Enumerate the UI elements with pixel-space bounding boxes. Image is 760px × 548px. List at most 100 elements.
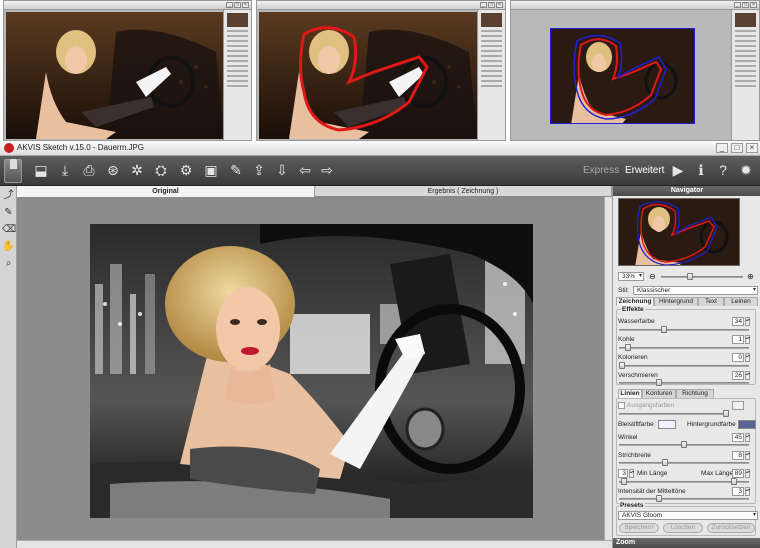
min-length-label: Min Länge [637, 470, 668, 477]
zoom-slider[interactable] [661, 273, 743, 280]
tab-drawing[interactable]: Zeichnung [616, 297, 654, 306]
express-mode-button[interactable]: Express [583, 165, 619, 176]
zoom-slider-knob[interactable] [687, 273, 693, 280]
image-canvas[interactable] [17, 197, 604, 540]
preset-select[interactable]: AKVIS Gloom [618, 511, 758, 520]
colorize-slider[interactable] [619, 362, 749, 369]
min-length-knob[interactable] [621, 478, 627, 485]
smudge-slider-knob[interactable] [656, 379, 663, 386]
midtones-slider-knob[interactable] [656, 495, 663, 502]
angle-value[interactable]: 45 [732, 433, 744, 442]
zoom-in-icon[interactable]: ⊕ [747, 272, 754, 281]
charcoal-spinner[interactable]: ▴▾ [745, 335, 750, 344]
pencil-color-swatch[interactable] [658, 420, 676, 429]
settings-panel: Navigator 33% ⊖ ⊕ Stil: Klassischer Zeic… [612, 186, 760, 548]
colorize-spinner[interactable]: ▴▾ [745, 353, 750, 362]
info-icon[interactable]: ℹ [692, 161, 710, 179]
plugin-icon[interactable]: ⛭ [152, 161, 170, 179]
style-label: Stil: [618, 287, 629, 294]
print-icon[interactable]: ⎙ [80, 161, 98, 179]
smudge-slider[interactable] [619, 379, 749, 386]
save-icon[interactable]: ⤓ [56, 161, 74, 179]
import-icon[interactable]: ⇩ [273, 161, 291, 179]
settings-icon[interactable]: ✹ [737, 161, 755, 179]
navigator-preview[interactable] [618, 198, 740, 266]
tab-background[interactable]: Hintergrund [654, 297, 698, 306]
thumbnail-titlebar: × □ _ [257, 1, 505, 10]
save-preset-button[interactable]: Speichern [619, 523, 659, 533]
watercolor-spinner[interactable]: ▴▾ [745, 317, 750, 326]
zoom-select[interactable]: 33% [618, 272, 644, 281]
angle-slider[interactable] [619, 441, 749, 448]
paint-icon[interactable]: ✎ [227, 161, 245, 179]
open-icon[interactable]: ⬓ [32, 161, 50, 179]
source-colors-slider [619, 410, 729, 417]
stroke-width-value[interactable]: 8 [732, 451, 744, 460]
midtones-spinner[interactable]: ▴▾ [745, 487, 750, 496]
tab-canvas[interactable]: Leinen [724, 297, 758, 306]
max-length-knob[interactable] [731, 478, 737, 485]
source-colors-value [732, 401, 744, 410]
charcoal-slider-knob[interactable] [625, 344, 632, 351]
zoom-tool-icon[interactable]: ⌕ [2, 257, 15, 270]
watercolor-slider-knob[interactable] [661, 326, 668, 333]
midtones-value[interactable]: 3 [732, 487, 744, 496]
pencil-tool-icon[interactable]: ✎ [2, 206, 15, 219]
stroke-width-slider[interactable] [619, 459, 749, 466]
tab-lines[interactable]: Linien [618, 389, 642, 398]
eraser-tool-icon[interactable]: ⌫ [2, 223, 16, 236]
angle-spinner[interactable]: ▴▾ [745, 433, 750, 442]
stroke-width-slider-knob[interactable] [662, 459, 669, 466]
delete-preset-button[interactable]: Löschen [663, 523, 703, 533]
direction-tool-icon[interactable]: ⤴ [2, 189, 15, 202]
style-select[interactable]: Klassischer [633, 286, 758, 295]
smudge-spinner[interactable]: ▴▾ [745, 371, 750, 380]
vertical-scrollbar[interactable] [604, 197, 612, 540]
minimize-button[interactable]: _ [716, 143, 728, 153]
tab-result[interactable]: Ergebnis ( Zeichnung ) [315, 186, 612, 197]
tools-sidebar: ⤴ ✎ ⌫ ✋ ⌕ [0, 186, 17, 548]
charcoal-value[interactable]: 1 [732, 335, 744, 344]
tab-text[interactable]: Text [698, 297, 724, 306]
midtones-slider[interactable] [619, 495, 749, 502]
watercolor-slider[interactable] [619, 326, 749, 333]
redo-icon[interactable]: ⇨ [318, 161, 336, 179]
min-length-value[interactable]: 3 [618, 469, 628, 478]
tab-original[interactable]: Original [17, 186, 315, 197]
max-length-spinner[interactable]: ▴▾ [745, 469, 750, 478]
undo-icon[interactable]: ⇦ [296, 161, 314, 179]
tab-direction[interactable]: Richtung [676, 389, 714, 398]
batch-icon[interactable]: ✲ [128, 161, 146, 179]
thumbnail-titlebar: × □ _ [4, 1, 251, 10]
length-range-slider[interactable] [619, 478, 749, 485]
watercolor-label: Wasserfarbe [618, 318, 655, 325]
max-length-value[interactable]: 89 [732, 469, 744, 478]
min-length-spinner[interactable]: ▴▾ [629, 469, 634, 478]
watercolor-value[interactable]: 34 [732, 317, 744, 326]
tab-contours[interactable]: Konturen [642, 389, 676, 398]
source-colors-checkbox[interactable] [618, 402, 625, 409]
colorize-slider-knob[interactable] [619, 362, 625, 369]
angle-slider-knob[interactable] [681, 441, 687, 448]
share-icon[interactable]: ⊛ [104, 161, 122, 179]
run-icon[interactable]: ▶ [669, 161, 687, 179]
background-color-label: Hintergrundfarbe [687, 421, 736, 428]
colorize-value[interactable]: 0 [732, 353, 744, 362]
smudge-value[interactable]: 26 [732, 371, 744, 380]
export-icon[interactable]: ⇪ [250, 161, 268, 179]
close-button[interactable]: × [746, 143, 758, 153]
stroke-width-spinner[interactable]: ▴▾ [745, 451, 750, 460]
zoom-out-icon[interactable]: ⊖ [649, 272, 656, 281]
maximize-button[interactable]: □ [731, 143, 743, 153]
background-color-swatch[interactable] [738, 420, 756, 429]
hand-tool-icon[interactable]: ✋ [2, 240, 15, 253]
plugin-settings-icon[interactable]: ⚙ [177, 161, 195, 179]
horizontal-scrollbar[interactable] [17, 540, 612, 548]
advanced-mode-button[interactable]: Erweitert [625, 165, 664, 176]
help-icon[interactable]: ? [714, 161, 732, 179]
thumbnail-photo [259, 12, 477, 139]
reset-preset-button[interactable]: Zurücksetzen [707, 523, 755, 533]
toolbar: ⬓ ⤓ ⎙ ⊛ ✲ ⛭ ⚙ ▣ ✎ ⇪ ⇩ ⇦ ⇨ Express Erweit… [0, 156, 760, 186]
charcoal-slider[interactable] [619, 344, 749, 351]
canvas-icon[interactable]: ▣ [202, 161, 220, 179]
